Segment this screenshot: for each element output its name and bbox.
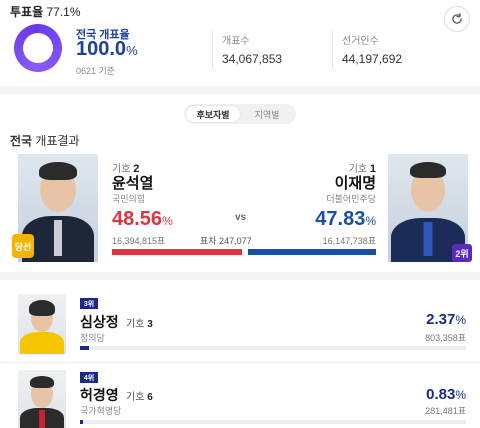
turnout-label: 투표율 [10,5,44,19]
turnout-value: 77.1% [46,5,81,19]
section-divider [0,272,480,280]
row-divider [0,362,480,363]
counted-label: 개표수 [222,36,250,47]
right-candidate-name: 이재명 [334,175,376,192]
winner-badge: 당선 [12,234,34,258]
minor-candidate-pct: 0.83% [426,386,466,403]
left-vote-bar [112,249,242,255]
rank-badge: 4위 [80,372,98,383]
minor-vote-fill [80,420,84,424]
right-pct-unit: % [365,214,376,228]
count-timestamp: 0621 기준 [76,66,116,76]
minor-pct-unit: % [455,313,466,327]
minor-candidate-party: 국가혁명당 [80,406,122,416]
minor-vote-fill [80,346,90,350]
vote-margin: 표차 247,077 [200,236,252,246]
counted-value: 34,067,853 [222,52,283,66]
right-pct-value: 47.83 [315,208,366,230]
minor-number-value: 3 [147,319,153,330]
right-candidate-votes: 16,147,738표 [322,236,376,246]
left-candidate-votes: 16,394,815표 [112,236,166,246]
tab-by-region[interactable]: 지역별 [240,106,294,122]
minor-candidate-party: 정의당 [80,333,105,343]
minor-pct-unit: % [455,388,466,402]
left-candidate-name: 윤석열 [112,175,154,192]
minor-candidate-pct: 2.37% [426,311,466,328]
right-candidate-party: 더불어민주당 [326,194,376,204]
section-title-rest: 개표결과 [32,134,80,148]
minor-candidate-number: 기호 6 [126,388,153,403]
electors-value: 44,197,692 [342,52,403,66]
section-divider [0,86,480,94]
left-pct-unit: % [162,214,173,228]
minor-candidate-number: 기호 3 [126,315,153,330]
minor-number-label: 기호 [126,392,145,403]
vs-label: vs [235,212,247,223]
count-percent-unit: % [126,43,138,58]
minor-vote-track [80,420,466,424]
electors-label: 선거인수 [342,36,379,47]
refresh-icon [452,13,462,24]
minor-vote-track [80,346,466,350]
minor-pct-value: 0.83 [426,386,456,403]
section-title-bold: 전국 [10,134,33,148]
left-pct-value: 48.56 [112,208,163,230]
left-candidate-party: 국민의힘 [112,194,146,204]
minor-candidate-name: 허경영 [80,387,119,403]
tab-by-candidate[interactable]: 후보자별 [186,106,240,122]
candidate-photo-minor-2 [18,370,66,428]
minor-candidate-name: 심상정 [80,314,119,330]
minor-number-label: 기호 [126,319,145,330]
stat-divider [212,30,213,68]
count-percent: 100.0% [76,38,138,61]
minor-number-value: 6 [147,392,153,403]
minor-candidate-votes: 803,358표 [425,333,466,343]
refresh-button[interactable] [444,6,470,32]
rank-badge-second: 2위 [452,244,472,262]
minor-candidate-votes: 281,481표 [425,406,466,416]
section-title: 전국 개표결과 [10,132,80,149]
view-tabs: 후보자별 지역별 [184,104,296,124]
turnout-summary: 투표율 77.1% [10,3,81,20]
left-candidate-pct: 48.56% [112,208,173,231]
candidate-photo-minor-1 [18,294,66,354]
rank-badge: 3위 [80,298,98,309]
minor-pct-value: 2.37 [426,311,456,328]
count-progress-ring [14,24,62,72]
right-candidate-pct: 47.83% [315,208,376,231]
stat-divider [332,30,333,68]
right-vote-bar [247,249,376,255]
count-percent-value: 100.0 [76,38,127,60]
